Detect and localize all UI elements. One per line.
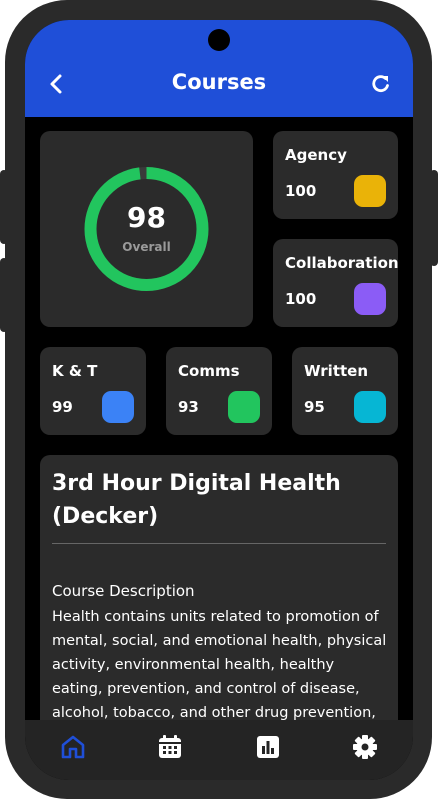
metric-color-swatch: [228, 391, 260, 423]
metric-card-collaboration[interactable]: Collaboration 100: [273, 239, 399, 327]
metric-value: 99: [52, 398, 73, 416]
metric-color-swatch: [354, 283, 386, 315]
course-description-label: Course Description: [52, 582, 195, 600]
metric-name: Comms: [178, 362, 240, 380]
settings-icon[interactable]: [352, 734, 378, 760]
metric-value: 100: [285, 182, 317, 200]
chart-icon[interactable]: [255, 734, 281, 760]
overall-score: 98: [127, 201, 166, 234]
metric-color-swatch: [102, 391, 134, 423]
refresh-icon[interactable]: [370, 73, 392, 95]
metric-name: Collaboration: [285, 254, 399, 272]
metric-name: K & T: [52, 362, 98, 380]
bottom-nav: [25, 720, 413, 780]
page-title: Courses: [171, 70, 267, 94]
course-card[interactable]: 3rd Hour Digital Health (Decker) Course …: [40, 455, 398, 720]
metric-name: Agency: [285, 146, 347, 164]
metric-color-swatch: [354, 175, 386, 207]
metric-value: 100: [285, 290, 317, 308]
screen: Courses 98 Overall Agency 100 Collaborat…: [25, 20, 413, 780]
metric-card-written[interactable]: Written 95: [292, 347, 398, 435]
metric-value: 95: [304, 398, 325, 416]
overall-label: Overall: [122, 240, 171, 254]
course-title: 3rd Hour Digital Health (Decker): [52, 471, 341, 529]
home-icon[interactable]: [60, 734, 86, 760]
side-button-right: [430, 170, 438, 266]
overall-card[interactable]: 98 Overall: [40, 131, 253, 327]
main-content: 98 Overall Agency 100 Collaboration 100 …: [25, 117, 413, 720]
side-button-lower: [0, 258, 8, 332]
metric-color-swatch: [354, 391, 386, 423]
calendar-icon[interactable]: [157, 734, 183, 760]
divider: [52, 543, 386, 544]
course-description: Health contains units related to promoti…: [52, 609, 387, 720]
metric-name: Written: [304, 362, 369, 380]
camera-notch: [208, 29, 230, 51]
metric-card-agency[interactable]: Agency 100: [273, 131, 398, 219]
side-button-upper: [0, 170, 8, 244]
metric-card-k-and-t[interactable]: K & T 99: [40, 347, 146, 435]
metric-card-comms[interactable]: Comms 93: [166, 347, 272, 435]
app-header: Courses: [25, 20, 413, 117]
metric-value: 93: [178, 398, 199, 416]
